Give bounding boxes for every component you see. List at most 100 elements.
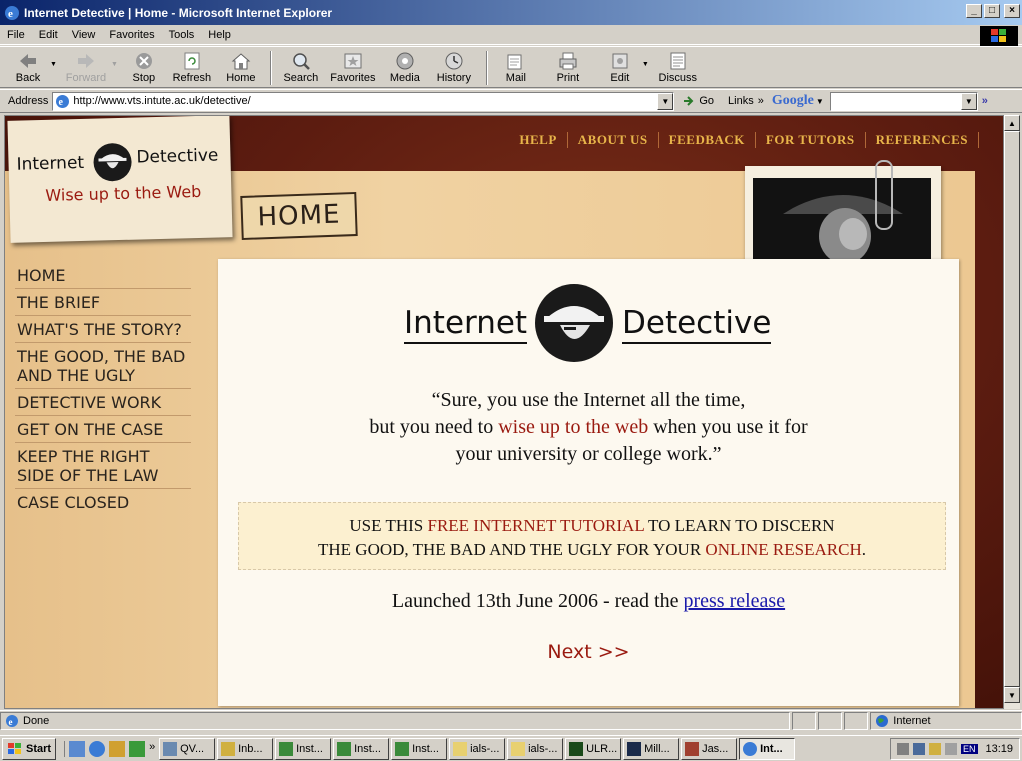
press-release-link[interactable]: press release: [683, 590, 785, 612]
left-nav-the-brief[interactable]: THE BRIEF: [15, 289, 191, 316]
banner-highlight-research: ONLINE RESEARCH: [705, 540, 862, 559]
intro-quote: “Sure, you use the Internet all the time…: [369, 389, 808, 465]
title-bar: e Internet Detective | Home - Microsoft …: [0, 0, 1022, 25]
back-dropdown-icon[interactable]: ▼: [50, 61, 57, 68]
discuss-icon: [670, 52, 686, 70]
page-done-icon: e: [6, 714, 18, 727]
scroll-thumb[interactable]: [1004, 131, 1020, 687]
close-button[interactable]: ×: [1004, 4, 1020, 18]
status-text: Done: [23, 714, 50, 727]
taskbar-item-active[interactable]: Int...: [739, 737, 796, 760]
menu-view[interactable]: View: [65, 29, 103, 41]
left-nav-detective-work[interactable]: DETECTIVE WORK: [15, 389, 191, 416]
inbox-icon: [221, 741, 236, 756]
tray-app-icon[interactable]: [945, 743, 957, 755]
forward-button[interactable]: Forward: [61, 47, 111, 87]
computer-icon: [163, 741, 178, 756]
forward-dropdown-icon[interactable]: ▼: [111, 61, 118, 68]
left-nav-whats-the-story[interactable]: WHAT'S THE STORY?: [15, 316, 191, 343]
stop-button[interactable]: Stop: [122, 47, 166, 87]
address-input[interactable]: e http://www.vts.intute.ac.uk/detective/…: [52, 91, 675, 111]
app-icon: [569, 741, 584, 756]
page-icon: e: [56, 94, 70, 108]
folder-icon: [511, 741, 526, 756]
address-dropdown-icon[interactable]: ▼: [657, 92, 674, 110]
site-logo[interactable]: Internet Detective Wise up to the Web: [7, 116, 233, 243]
taskbar-item[interactable]: ials-...: [507, 737, 564, 760]
scroll-up-icon[interactable]: ▲: [1004, 115, 1020, 131]
refresh-button[interactable]: Refresh: [166, 47, 218, 87]
nav-help-link[interactable]: HELP: [519, 132, 556, 148]
history-button[interactable]: History: [428, 47, 480, 87]
favorites-icon: [344, 53, 362, 69]
left-nav-home[interactable]: HOME: [15, 262, 191, 289]
network-icon[interactable]: [913, 743, 925, 755]
menu-favorites[interactable]: Favorites: [102, 29, 161, 41]
ie-quicklaunch-icon[interactable]: [89, 740, 106, 757]
maximize-button[interactable]: □: [984, 4, 1000, 18]
taskbar-item[interactable]: Mill...: [623, 737, 680, 760]
nav-for-tutors-link[interactable]: FOR TUTORS: [766, 132, 855, 148]
left-nav-case-closed[interactable]: CASE CLOSED: [15, 489, 191, 515]
taskbar-item[interactable]: Inst...: [333, 737, 390, 760]
page-viewport: HELP ABOUT US FEEDBACK FOR TUTORS REFERE…: [4, 115, 1004, 709]
menu-tools[interactable]: Tools: [162, 29, 202, 41]
svg-text:e: e: [59, 97, 64, 108]
taskbar-item[interactable]: Inst...: [391, 737, 448, 760]
taskbar-item[interactable]: ials-...: [449, 737, 506, 760]
show-desktop-icon[interactable]: [69, 740, 86, 757]
scroll-down-icon[interactable]: ▼: [1004, 687, 1020, 703]
taskbar-item[interactable]: Inb...: [217, 737, 274, 760]
back-arrow-icon: [20, 54, 36, 68]
left-nav-get-on-the-case[interactable]: GET ON THE CASE: [15, 416, 191, 443]
google-dropdown-icon[interactable]: ▼: [960, 92, 977, 110]
discuss-button[interactable]: Discuss: [653, 47, 703, 87]
print-button[interactable]: Print: [538, 47, 598, 87]
app-icon: [627, 741, 642, 756]
volume-icon[interactable]: [897, 743, 909, 755]
edit-button[interactable]: Edit: [598, 47, 642, 87]
outlook-quicklaunch-icon[interactable]: [109, 740, 126, 757]
taskbar-item[interactable]: ULR...: [565, 737, 622, 760]
menu-bar: File Edit View Favorites Tools Help: [0, 25, 1022, 45]
left-nav-right-side-of-law[interactable]: KEEP THE RIGHT SIDE OF THE LAW: [15, 443, 191, 489]
toolbar-more-icon[interactable]: »: [982, 95, 988, 107]
menu-help[interactable]: Help: [201, 29, 238, 41]
google-search-input[interactable]: ▼: [829, 91, 978, 111]
back-button[interactable]: Back: [6, 47, 50, 87]
nav-references-link[interactable]: REFERENCES: [876, 132, 968, 148]
links-button[interactable]: Links »: [728, 95, 764, 107]
ie-icon: [743, 741, 758, 756]
quicklaunch-more-icon[interactable]: »: [149, 741, 157, 757]
edit-dropdown-icon[interactable]: ▼: [642, 61, 649, 68]
left-nav-good-bad-ugly[interactable]: THE GOOD, THE BAD AND THE UGLY: [15, 343, 191, 389]
mail-button[interactable]: Mail: [494, 47, 538, 87]
go-button[interactable]: Go: [682, 95, 714, 107]
favorites-button[interactable]: Favorites: [324, 47, 382, 87]
nav-about-us-link[interactable]: ABOUT US: [578, 132, 648, 148]
next-link[interactable]: Next >>: [218, 641, 959, 663]
google-toolbar-logo[interactable]: Google ▼: [772, 93, 824, 109]
system-tray: EN 13:19: [890, 738, 1020, 760]
media-button[interactable]: Media: [382, 47, 428, 87]
minimize-button[interactable]: _: [966, 4, 982, 18]
top-nav: HELP ABOUT US FEEDBACK FOR TUTORS REFERE…: [519, 132, 989, 148]
taskbar-item[interactable]: QV...: [159, 737, 216, 760]
taskbar-item[interactable]: Inst...: [275, 737, 332, 760]
windows-start-icon: [8, 742, 21, 754]
vertical-scrollbar[interactable]: ▲ ▼: [1004, 115, 1020, 709]
tray-app-icon[interactable]: [929, 743, 941, 755]
main-content: Internet Detective “Sure, you use the In…: [218, 259, 959, 706]
home-button[interactable]: Home: [218, 47, 264, 87]
language-indicator[interactable]: EN: [961, 744, 978, 754]
menu-file[interactable]: File: [0, 29, 32, 41]
search-button[interactable]: Search: [278, 47, 324, 87]
clock[interactable]: 13:19: [985, 743, 1013, 755]
menu-edit[interactable]: Edit: [32, 29, 65, 41]
nav-feedback-link[interactable]: FEEDBACK: [669, 132, 745, 148]
detective-portrait-image: [753, 178, 931, 266]
taskbar-item[interactable]: Jas...: [681, 737, 738, 760]
detective-photo: [745, 166, 941, 266]
app-quicklaunch-icon[interactable]: [129, 740, 146, 757]
start-button[interactable]: Start: [2, 737, 57, 760]
